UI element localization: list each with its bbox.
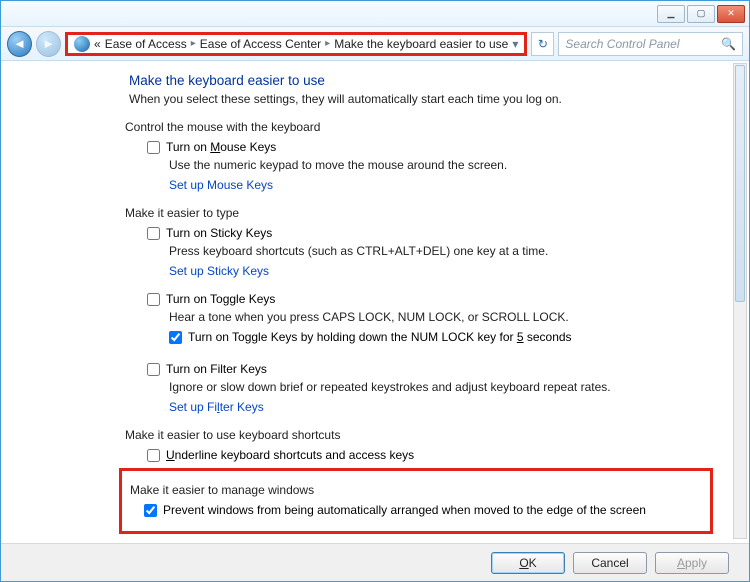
checkbox-label: Turn on Filter Keys	[166, 362, 267, 376]
checkbox-label: Underline keyboard shortcuts and access …	[166, 448, 414, 462]
refresh-button[interactable]: ↻	[531, 32, 554, 56]
checkbox-input[interactable]	[169, 331, 182, 344]
checkbox-mouse-keys[interactable]: Turn on Mouse Keys	[147, 140, 713, 154]
filter-keys-desc: Ignore or slow down brief or repeated ke…	[169, 380, 713, 394]
breadcrumb-item[interactable]: Make the keyboard easier to use	[334, 37, 508, 51]
close-button[interactable]: ✕	[717, 5, 745, 23]
minimize-button[interactable]: ▁	[657, 5, 685, 23]
checkbox-filter-keys[interactable]: Turn on Filter Keys	[147, 362, 713, 376]
breadcrumb-item[interactable]: Ease of Access Center	[200, 37, 321, 51]
forward-button[interactable]: ►	[36, 31, 61, 57]
checkbox-input[interactable]	[147, 293, 160, 306]
checkbox-label: Turn on Sticky Keys	[166, 226, 272, 240]
title-bar: ▁ ▢ ✕	[1, 1, 749, 27]
cancel-button[interactable]: Cancel	[573, 552, 647, 574]
checkbox-underline-shortcuts[interactable]: Underline keyboard shortcuts and access …	[147, 448, 713, 462]
checkbox-input[interactable]	[147, 363, 160, 376]
button-bar: OK Cancel Apply	[1, 543, 749, 581]
back-button[interactable]: ◄	[7, 31, 32, 57]
checkbox-label: Prevent windows from being automatically…	[163, 503, 646, 517]
mouse-keys-desc: Use the numeric keypad to move the mouse…	[169, 158, 713, 172]
group-label-type: Make it easier to type	[125, 206, 713, 220]
chevron-right-icon: ▸	[191, 38, 196, 49]
content-area: Make the keyboard easier to use When you…	[1, 61, 733, 541]
checkbox-input[interactable]	[147, 449, 160, 462]
checkbox-input[interactable]	[147, 227, 160, 240]
group-manage-windows: Make it easier to manage windows Prevent…	[119, 468, 713, 534]
group-label-windows: Make it easier to manage windows	[130, 483, 702, 497]
link-setup-sticky-keys[interactable]: Set up Sticky Keys	[169, 264, 713, 278]
vertical-scrollbar[interactable]	[733, 63, 747, 539]
checkbox-label: Turn on Mouse Keys	[166, 140, 276, 154]
nav-bar: ◄ ► « Ease of Access ▸ Ease of Access Ce…	[1, 27, 749, 61]
group-label-mouse: Control the mouse with the keyboard	[125, 120, 713, 134]
checkbox-toggle-hold[interactable]: Turn on Toggle Keys by holding down the …	[169, 330, 713, 344]
search-icon: 🔍	[721, 37, 736, 51]
checkbox-sticky-keys[interactable]: Turn on Sticky Keys	[147, 226, 713, 240]
chevron-right-icon: ▸	[325, 38, 330, 49]
page-intro: When you select these settings, they wil…	[129, 92, 713, 106]
ok-button[interactable]: OK	[491, 552, 565, 574]
toggle-keys-desc: Hear a tone when you press CAPS LOCK, NU…	[169, 310, 713, 324]
search-input[interactable]: Search Control Panel 🔍	[558, 32, 743, 56]
control-panel-icon	[74, 36, 90, 52]
page-title: Make the keyboard easier to use	[129, 73, 713, 88]
breadcrumb-overflow[interactable]: «	[94, 37, 101, 51]
checkbox-toggle-keys[interactable]: Turn on Toggle Keys	[147, 292, 713, 306]
breadcrumb-item[interactable]: Ease of Access	[105, 37, 187, 51]
checkbox-input[interactable]	[144, 504, 157, 517]
link-setup-mouse-keys[interactable]: Set up Mouse Keys	[169, 178, 713, 192]
breadcrumb[interactable]: « Ease of Access ▸ Ease of Access Center…	[65, 32, 527, 56]
dropdown-icon[interactable]: ▾	[512, 37, 518, 51]
checkbox-prevent-arrange[interactable]: Prevent windows from being automatically…	[144, 503, 702, 517]
scrollbar-thumb[interactable]	[735, 65, 745, 302]
checkbox-label: Turn on Toggle Keys	[166, 292, 275, 306]
apply-button[interactable]: Apply	[655, 552, 729, 574]
maximize-button[interactable]: ▢	[687, 5, 715, 23]
sticky-keys-desc: Press keyboard shortcuts (such as CTRL+A…	[169, 244, 713, 258]
checkbox-label: Turn on Toggle Keys by holding down the …	[188, 330, 572, 344]
search-placeholder: Search Control Panel	[565, 37, 679, 51]
group-label-shortcuts: Make it easier to use keyboard shortcuts	[125, 428, 713, 442]
checkbox-input[interactable]	[147, 141, 160, 154]
link-setup-filter-keys[interactable]: Set up Filter Keys	[169, 400, 713, 414]
